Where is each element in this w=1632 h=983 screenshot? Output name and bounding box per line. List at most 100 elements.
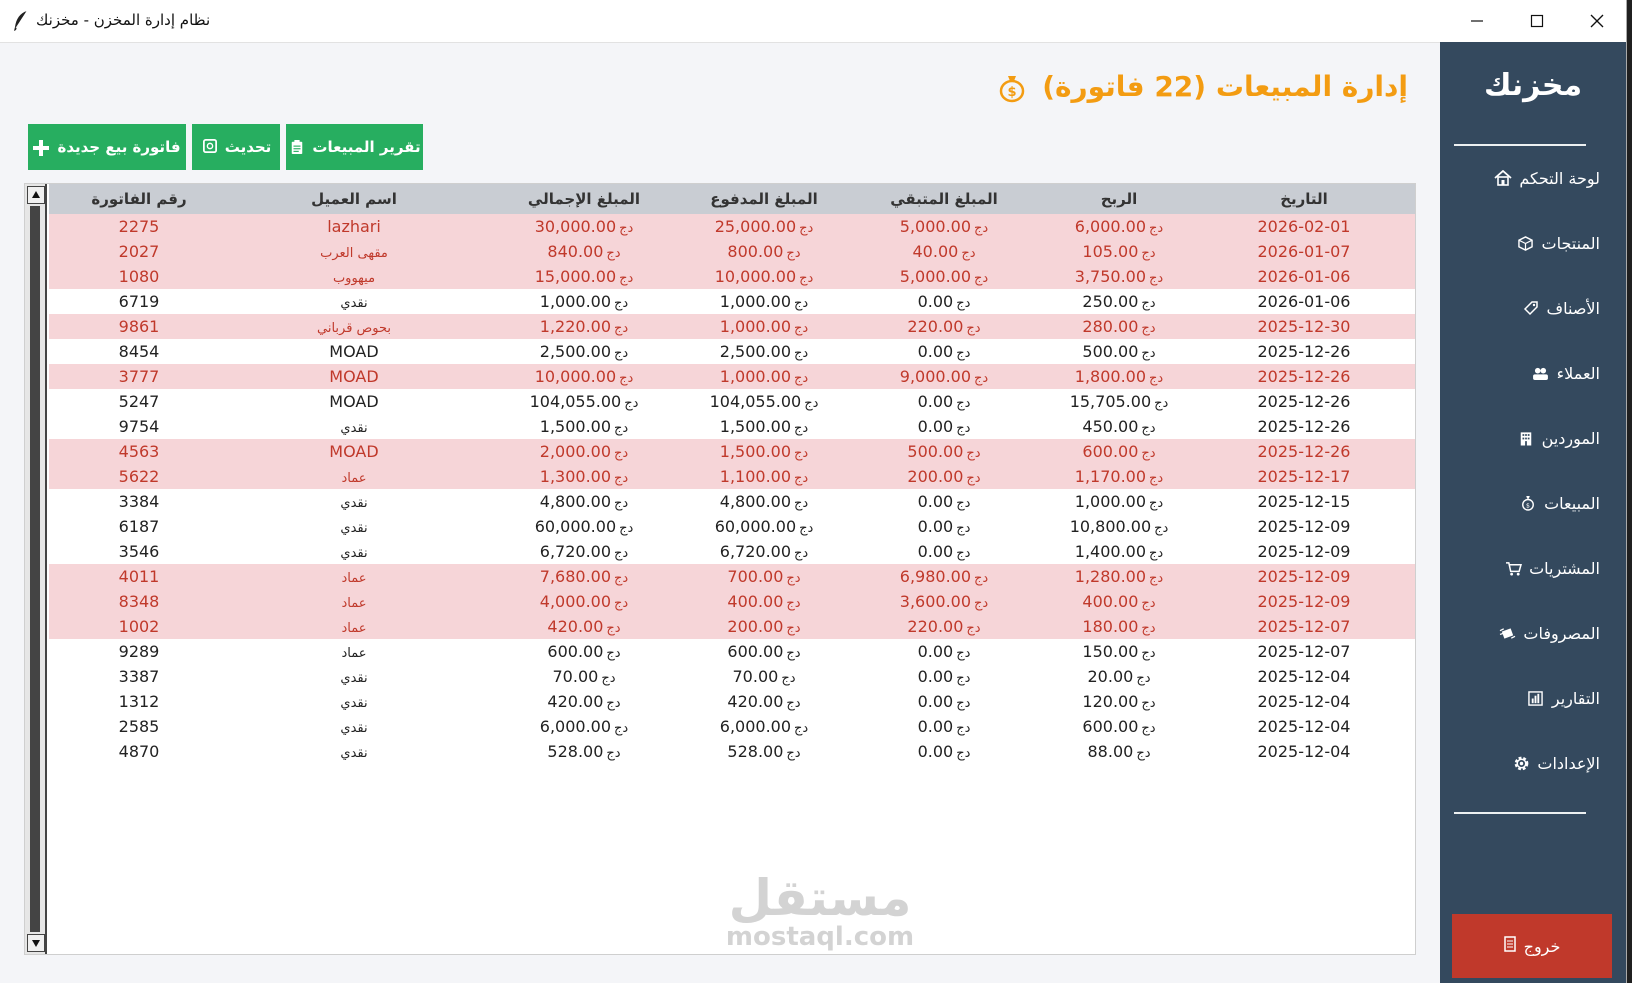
table-row[interactable]: 1312 نقدي 420.00 دج 420.00 دج 0.00 دج 120.00 دج 20… [49,689,1415,714]
table-row[interactable]: 9289 عماد 600.00 دج 600.00 دج 0.00 دج 150.00 دج 20… [49,639,1415,664]
sidebar-item-9[interactable]: الإعدادات [1440,743,1600,783]
header-total-amount[interactable]: المبلغ الإجمالي [489,184,679,214]
cell-remaining-amount-value: 9,000.00 [899,367,972,386]
table-row[interactable]: 3387 نقدي 70.00 دج 70.00 دج 0.00 دج 20.00 دج 2025-… [49,664,1415,689]
cell-invoice-number-value: 9289 [118,642,160,661]
table-row[interactable]: 3384 نقدي 4,800.00 دج 4,800.00 دج 0.00 دج 1,000.… [49,489,1415,514]
scrollbar-thumb[interactable] [30,206,40,932]
scroll-down-button[interactable] [27,934,45,952]
cell-remaining-amount: 220.00 دج [849,614,1039,639]
logout-label: خروج [1523,936,1561,956]
cell-date: 2025-12-09 [1209,589,1399,614]
table-row[interactable]: 5622 عماد 1,300.00 دج 1,100.00 دج 200.00 دج 1,17… [49,464,1415,489]
table-row[interactable]: 2275 lazhari 30,000.00 دج 25,000.00 دج 5,000.0… [49,214,1415,239]
cell-date: 2025-12-26 [1209,364,1399,389]
header-date[interactable]: التاريخ [1209,184,1399,214]
maximize-button[interactable] [1508,0,1566,42]
cell-total-amount-value: 60,000.00 [534,517,617,536]
cell-customer-name-value: نقدي [340,421,368,436]
svg-text:$: $ [1526,502,1530,509]
currency-label: دج [966,621,981,636]
table-row[interactable]: 6719 نقدي 1,000.00 دج 1,000.00 دج 0.00 دج 250.00… [49,289,1415,314]
cell-remaining-amount: 0.00 دج [849,639,1039,664]
cell-invoice-number: 4563 [49,439,229,464]
currency-label: دج [614,546,629,561]
cell-total-amount: 600.00 دج [489,639,679,664]
table-row[interactable]: 3777 MOAD 10,000.00 دج 1,000.00 دج 9,000.00 دج 1… [49,364,1415,389]
cell-date: 2026-01-06 [1209,289,1399,314]
cell-total-amount-value: 70.00 [552,667,599,686]
box-icon [1516,234,1536,252]
svg-text:$: $ [1008,85,1017,100]
cell-total-amount-value: 7,680.00 [539,567,612,586]
logout-button[interactable]: خروج [1452,914,1612,978]
currency-label: دج [606,246,621,261]
scroll-up-button[interactable] [27,186,45,204]
cell-paid-amount-value: 200.00 [727,617,784,636]
table-row[interactable]: 4563 MOAD 2,000.00 دج 1,500.00 دج 500.00 دج 600.… [49,439,1415,464]
refresh-button[interactable]: تحديث [192,124,280,170]
currency-label: دج [1141,446,1156,461]
sidebar-item-6[interactable]: المشتريات [1440,548,1600,588]
sidebar-item-4[interactable]: الموردين [1440,418,1600,458]
cell-total-amount: 10,000.00 دج [489,364,679,389]
currency-label: دج [619,521,634,536]
cell-total-amount-value: 420.00 [547,617,604,636]
title-bar: نظام إدارة المخزن - مخزنك [0,0,1626,43]
sales-report-label: تقرير المبيعات [312,138,421,156]
table-row[interactable]: 1002 عماد 420.00 دج 200.00 دج 220.00 دج 180.00 دج… [49,614,1415,639]
table-row[interactable]: 9861 بحوص قرباني 1,220.00 دج 1,000.00 دج 220.0… [49,314,1415,339]
cell-total-amount-value: 4,000.00 [539,592,612,611]
table-row[interactable]: 2027 مقهى العرب 840.00 دج 800.00 دج 40.00 دج 105… [49,239,1415,264]
cell-invoice-number-value: 5622 [118,467,160,486]
header-customer-name[interactable]: اسم العميل [239,184,469,214]
close-button[interactable] [1568,0,1626,42]
sidebar-item-3[interactable]: العملاء [1440,353,1600,393]
cell-date-value: 2025-12-30 [1257,317,1351,336]
cell-invoice-number-value: 4563 [118,442,160,461]
building-icon [1516,429,1536,447]
sidebar-item-2[interactable]: الأصناف [1440,288,1600,328]
currency-label: دج [614,296,629,311]
sidebar-item-5[interactable]: المبيعات $ [1440,483,1600,523]
table-row[interactable]: 6187 نقدي 60,000.00 دج 60,000.00 دج 0.00 دج 10,8… [49,514,1415,539]
table-row[interactable]: 8348 عماد 4,000.00 دج 400.00 دج 3,600.00 دج 400.… [49,589,1415,614]
table-row[interactable]: 1080 ميهووب 15,000.00 دج 10,000.00 دج 5,000.00… [49,264,1415,289]
currency-label: دج [1149,271,1164,286]
table-row[interactable]: 4870 نقدي 528.00 دج 528.00 دج 0.00 دج 88.00 دج 202… [49,739,1415,764]
currency-label: دج [614,471,629,486]
vertical-scrollbar[interactable] [25,184,47,954]
cell-invoice-number-value: 8454 [118,342,160,361]
sidebar-item-1[interactable]: المنتجات [1440,223,1600,263]
sales-report-button[interactable]: تقرير المبيعات [286,124,423,170]
cell-remaining-amount: 0.00 دج [849,289,1039,314]
cell-date: 2025-12-26 [1209,339,1399,364]
table-row[interactable]: 3546 نقدي 6,720.00 دج 6,720.00 دج 0.00 دج 1,400.… [49,539,1415,564]
sidebar-item-7[interactable]: المصروفات [1440,613,1600,653]
cell-profit-value: 450.00 [1082,417,1139,436]
cell-paid-amount: 1,500.00 دج [669,439,859,464]
sales-table[interactable]: رقم الفاتورة اسم العميل المبلغ الإجمالي … [24,183,1416,955]
table-row[interactable]: 5247 MOAD 104,055.00 دج 104,055.00 دج 0.00 دج 15… [49,389,1415,414]
sidebar-item-0[interactable]: لوحة التحكم [1440,158,1600,198]
sidebar-item-label: الإعدادات [1537,753,1600,773]
table-row[interactable]: 2585 نقدي 6,000.00 دج 6,000.00 دج 0.00 دج 600.00… [49,714,1415,739]
table-row[interactable]: 8454 MOAD 2,500.00 دج 2,500.00 دج 0.00 دج 500.00… [49,339,1415,364]
cell-total-amount-value: 4,800.00 [539,492,612,511]
table-row[interactable]: 9754 نقدي 1,500.00 دج 1,500.00 دج 0.00 دج 450.00… [49,414,1415,439]
cell-customer-name: MOAD [239,339,469,364]
cell-profit-value: 120.00 [1082,692,1139,711]
header-invoice-number[interactable]: رقم الفاتورة [49,184,229,214]
header-paid-amount[interactable]: المبلغ المدفوع [669,184,859,214]
cell-invoice-number-value: 8348 [118,592,160,611]
minimize-button[interactable] [1448,0,1506,42]
cell-total-amount-value: 528.00 [547,742,604,761]
table-row[interactable]: 4011 عماد 7,680.00 دج 700.00 دج 6,980.00 دج 1,28… [49,564,1415,589]
header-remaining-amount[interactable]: المبلغ المتبقي [849,184,1039,214]
cell-date: 2025-12-26 [1209,439,1399,464]
cell-remaining-amount-value: 0.00 [917,517,954,536]
sidebar-item-8[interactable]: التقارير [1440,678,1600,718]
cell-date: 2025-12-15 [1209,489,1399,514]
header-profit[interactable]: الربح [1024,184,1214,214]
new-invoice-button[interactable]: فاتورة بيع جديدة [28,124,186,170]
